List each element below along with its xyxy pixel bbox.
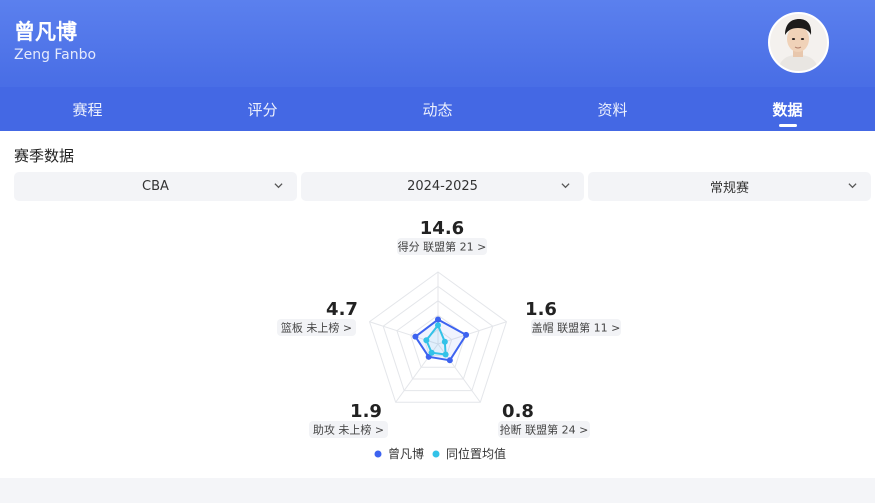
chevron-down-icon xyxy=(561,183,570,189)
radar-point xyxy=(463,331,470,338)
chevron-down-icon xyxy=(274,183,283,189)
radar-point xyxy=(428,349,435,356)
footer-bar xyxy=(0,478,875,503)
player-name-cn: 曾凡博 xyxy=(14,20,77,44)
stat-value-steals: 0.8 xyxy=(502,401,534,422)
tab-stats[interactable]: 数据 xyxy=(700,87,875,131)
stage-select[interactable]: 常规赛 xyxy=(588,172,871,201)
season-select[interactable]: 2024-2025 xyxy=(301,172,584,201)
nav-tabs: 赛程 评分 动态 资料 数据 xyxy=(0,87,875,131)
chevron-down-icon xyxy=(848,183,857,189)
season-select-value: 2024-2025 xyxy=(407,179,478,194)
legend-dot xyxy=(374,450,382,458)
stat-value-points: 14.6 xyxy=(420,218,464,239)
stat-value-rebounds: 4.7 xyxy=(326,299,358,320)
radar-point xyxy=(435,322,441,329)
tab-news[interactable]: 动态 xyxy=(350,87,525,131)
filter-bar: CBA 2024-2025 常规赛 xyxy=(14,172,871,201)
section-title: 赛季数据 xyxy=(14,147,75,165)
radar-point xyxy=(442,351,449,358)
player-name-en: Zeng Fanbo xyxy=(14,47,97,63)
tab-rating[interactable]: 评分 xyxy=(175,87,350,131)
legend-dot xyxy=(432,450,440,458)
stat-rank-points[interactable]: 得分 联盟第 21 > xyxy=(398,240,487,254)
stage-select-value: 常规赛 xyxy=(709,181,749,196)
stat-value-assists: 1.9 xyxy=(350,401,382,422)
radar-point xyxy=(446,357,453,364)
league-select-value: CBA xyxy=(142,179,169,194)
stat-rank-blocks[interactable]: 盖帽 联盟第 11 > xyxy=(532,321,621,335)
stat-rank-steals[interactable]: 抢断 联盟第 24 > xyxy=(500,423,589,437)
radar-point xyxy=(412,333,419,340)
league-select[interactable]: CBA xyxy=(14,172,297,201)
radar-point xyxy=(441,338,448,345)
tab-profile[interactable]: 资料 xyxy=(525,87,700,131)
radar-point xyxy=(435,316,441,323)
stat-rank-assists[interactable]: 助攻 未上榜 > xyxy=(313,423,384,437)
tab-schedule[interactable]: 赛程 xyxy=(0,87,175,131)
legend-label: 同位置均值 xyxy=(446,446,506,461)
player-avatar[interactable] xyxy=(768,12,829,73)
legend-label: 曾凡博 xyxy=(388,446,424,461)
stat-rank-rebounds[interactable]: 篮板 未上榜 > xyxy=(281,321,352,335)
stat-value-blocks: 1.6 xyxy=(525,299,557,320)
player-photo-icon xyxy=(770,14,827,71)
radar-point xyxy=(423,337,430,344)
radar-chart: 14.6得分 联盟第 21 > 1.6盖帽 联盟第 11 > 0.8抢断 联盟第 2… xyxy=(277,218,621,461)
